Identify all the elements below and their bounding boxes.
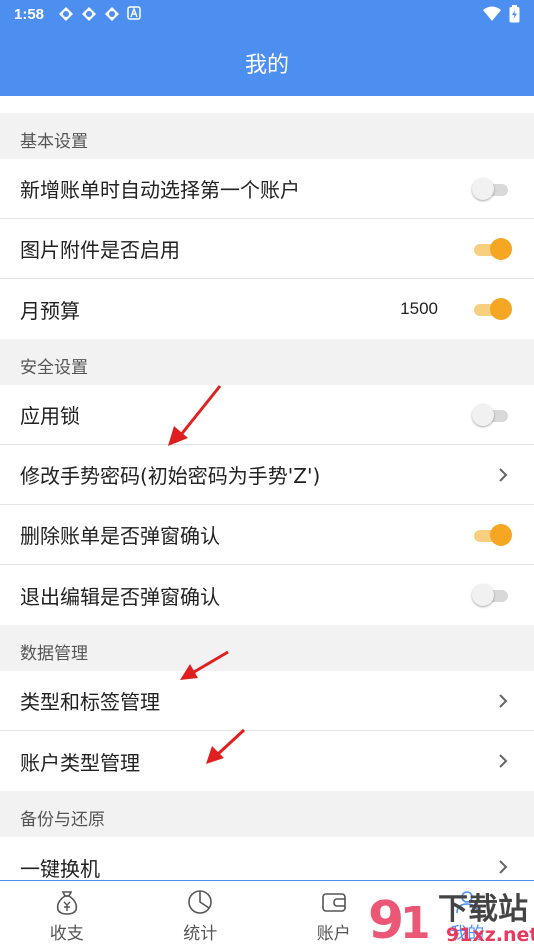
setting-auto-select-first-account[interactable]: 新增账单时自动选择第一个账户 (0, 159, 534, 219)
wifi-icon (483, 6, 501, 26)
setting-label: 类型和标签管理 (20, 690, 160, 714)
setting-type-tag-management[interactable]: 类型和标签管理 (0, 671, 534, 731)
setting-label: 应用锁 (20, 404, 80, 428)
chevron-right-icon (499, 693, 508, 708)
nav-label: 收支 (49, 924, 84, 944)
notification-icons (58, 6, 143, 22)
setting-label: 月预算 (20, 298, 80, 323)
setting-label: 图片附件是否启用 (20, 238, 180, 262)
setting-account-type-management[interactable]: 账户类型管理 (0, 731, 534, 791)
section-header-basic: 基本设置 (0, 113, 534, 159)
setting-label: 退出编辑是否弹窗确认 (20, 584, 220, 609)
section-header-backup: 备份与还原 (0, 791, 534, 837)
annotation-arrow (168, 385, 222, 446)
battery-icon (509, 5, 520, 27)
setting-app-lock[interactable]: 应用锁 (0, 385, 534, 445)
setting-label: 删除账单是否弹窗确认 (20, 524, 220, 548)
settings-list[interactable]: 基本设置 新增账单时自动选择第一个账户 图片附件是否启用 月预算 1500 安全… (0, 96, 534, 880)
chevron-right-icon (499, 754, 508, 768)
app-bar: 我的 (0, 30, 534, 96)
status-bar: 1:58 (0, 0, 534, 30)
chevron-right-icon (499, 860, 508, 874)
delete-bill-confirm-toggle[interactable] (472, 522, 512, 548)
section-header-data: 数据管理 (0, 625, 534, 671)
nav-label: 账户 (316, 924, 351, 944)
setting-delete-bill-confirm[interactable]: 删除账单是否弹窗确认 (0, 505, 534, 565)
setting-change-gesture-password[interactable]: 修改手势密码(初始密码为手势'Z') (0, 445, 534, 505)
monthly-budget-toggle[interactable] (472, 296, 512, 322)
chevron-right-icon (499, 467, 508, 482)
wallet-icon (321, 893, 346, 912)
nav-statistics[interactable]: 统计 (134, 881, 268, 950)
auto-select-account-toggle[interactable] (472, 176, 510, 202)
setting-label: 修改手势密码(初始密码为手势'Z') (20, 464, 321, 488)
top-spacer (0, 96, 534, 113)
svg-text:1: 1 (400, 898, 431, 949)
notification-app-icon (81, 6, 97, 22)
setting-monthly-budget[interactable]: 月预算 1500 (0, 279, 534, 339)
setting-label: 新增账单时自动选择第一个账户 (20, 178, 300, 202)
image-attachment-toggle[interactable] (472, 236, 512, 262)
money-bag-icon (56, 891, 77, 915)
monthly-budget-value[interactable]: 1500 (400, 299, 438, 319)
setting-label: 一键换机 (20, 856, 100, 881)
annotation-arrow (206, 728, 246, 764)
setting-exit-edit-confirm[interactable]: 退出编辑是否弹窗确认 (0, 565, 534, 625)
page-title: 我的 (244, 53, 289, 78)
setting-label: 账户类型管理 (20, 750, 140, 775)
watermark-text: 下载站 (438, 892, 528, 927)
status-time: 1:58 (14, 6, 45, 23)
svg-text:9: 9 (368, 891, 404, 950)
notification-app-icon (104, 6, 120, 22)
pie-chart-icon (188, 890, 213, 914)
notification-app-icon (58, 6, 74, 22)
section-header-security: 安全设置 (0, 339, 534, 385)
annotation-arrow (180, 650, 229, 680)
nav-label: 统计 (183, 924, 218, 944)
site-watermark: 9 1 下载站 91xz.net (364, 882, 534, 950)
notification-a-icon (127, 6, 143, 22)
setting-image-attachment[interactable]: 图片附件是否启用 (0, 219, 534, 279)
setting-one-click-migrate[interactable]: 一键换机 (0, 837, 534, 880)
watermark-logo: 9 1 (368, 891, 431, 950)
exit-edit-confirm-toggle[interactable] (472, 582, 510, 608)
app-lock-toggle[interactable] (472, 402, 510, 428)
nav-income-expense[interactable]: 收支 (0, 881, 134, 950)
watermark-url: 91xz.net (446, 924, 534, 946)
